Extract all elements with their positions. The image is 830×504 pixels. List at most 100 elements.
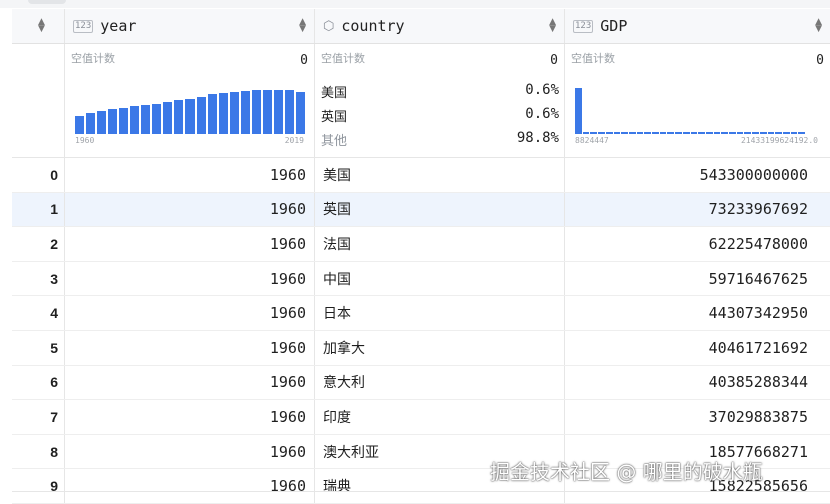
year-histogram-bar [273, 90, 283, 134]
null-count-label: 空值计数 [571, 52, 615, 65]
year-histogram-bar [207, 94, 217, 134]
null-count-value: 0 [300, 53, 308, 68]
year-cell[interactable]: 1960 [65, 469, 315, 503]
year-histogram-bar [97, 111, 107, 134]
gdp-histogram-bar [644, 132, 652, 134]
year-histogram[interactable] [75, 88, 305, 134]
gdp-histogram-bar [628, 132, 636, 134]
gdp-histogram-bar [752, 132, 759, 134]
gdp-histogram[interactable] [575, 88, 806, 134]
country-cell[interactable]: 印度 [315, 400, 565, 434]
year-histogram-bar [218, 93, 228, 134]
row-index[interactable]: 6 [12, 365, 65, 400]
year-cell[interactable]: 1960 [65, 261, 315, 296]
year-cell[interactable]: 1960 [65, 434, 315, 469]
country-cell[interactable]: 英国 [315, 192, 565, 227]
year-histogram-bar [229, 92, 239, 134]
row-index[interactable]: 5 [12, 330, 65, 365]
stats-index-cell [12, 44, 65, 157]
sort-icon[interactable]: ▲ ▼ [299, 18, 306, 34]
country-cell[interactable]: 中国 [315, 261, 565, 296]
sort-icon[interactable]: ▲ ▼ [549, 18, 556, 34]
gdp-histogram-bar [759, 132, 767, 134]
gdp-cell[interactable]: 543300000000 [565, 158, 830, 192]
table-row[interactable]: 2 1960 法国 62225478000 [12, 227, 830, 262]
null-count-label: 空值计数 [71, 52, 115, 65]
data-grid: ▲ ▼ 123 year ▲ ▼ ⬡ country ▲ ▼ 123 GDP ▲ ▼ 空… [12, 9, 830, 504]
gdp-histogram-bar [675, 132, 682, 134]
year-histogram-bar [141, 105, 151, 134]
table-row[interactable]: 3 1960 中国 59716467625 [12, 261, 830, 297]
year-stats: 空值计数 0 1960 2019 [65, 44, 315, 157]
gdp-histogram-bar [682, 132, 690, 134]
year-histogram-bar [262, 90, 272, 134]
top-value-row[interactable]: 英国 0.6% [321, 106, 559, 125]
year-histogram-bar [152, 104, 162, 134]
null-count-value: 0 [816, 53, 824, 68]
sort-icon[interactable]: ▲ ▼ [815, 18, 822, 34]
gdp-cell[interactable]: 62225478000 [565, 227, 830, 261]
toolbar-tab[interactable] [28, 0, 66, 4]
row-index[interactable]: 9 [12, 469, 65, 503]
row-index[interactable]: 1 [12, 192, 65, 227]
table-row[interactable]: 7 1960 印度 37029883875 [12, 400, 830, 435]
country-cell[interactable]: 加拿大 [315, 330, 565, 365]
top-value-row[interactable]: 美国 0.6% [321, 82, 559, 101]
gdp-histogram-bar [652, 132, 659, 134]
gdp-cell[interactable]: 37029883875 [565, 400, 830, 434]
country-stats: 空值计数 0 美国 0.6% 英国 0.6% 其他 98.8% [315, 44, 565, 157]
gdp-cell[interactable]: 73233967692 [565, 193, 830, 227]
gdp-histogram-bar [713, 132, 721, 134]
year-histogram-bar [185, 99, 195, 134]
country-cell[interactable]: 法国 [315, 227, 565, 261]
table-row[interactable]: 6 1960 意大利 40385288344 [12, 365, 830, 401]
table-row[interactable]: 1 1960 英国 73233967692 [12, 192, 830, 228]
year-cell[interactable]: 1960 [65, 400, 315, 434]
row-index[interactable]: 0 [12, 158, 65, 192]
histogram-min-label: 8824447 [575, 136, 609, 145]
country-cell[interactable]: 日本 [315, 296, 565, 330]
year-cell[interactable]: 1960 [65, 365, 315, 400]
year-histogram-bar [86, 113, 96, 134]
gdp-histogram-bar [729, 132, 736, 134]
country-cell[interactable]: 意大利 [315, 365, 565, 400]
year-histogram-bar [130, 106, 140, 134]
table-row[interactable]: 0 1960 美国 543300000000 [12, 158, 830, 193]
gdp-cell[interactable]: 40385288344 [565, 366, 830, 400]
row-index[interactable]: 7 [12, 400, 65, 434]
country-cell[interactable]: 美国 [315, 158, 565, 192]
gdp-cell[interactable]: 40461721692 [565, 331, 830, 365]
gdp-cell[interactable]: 59716467625 [565, 262, 830, 296]
other-value-name: 其他 [321, 134, 348, 149]
gdp-histogram-bar [605, 132, 613, 134]
row-index[interactable]: 2 [12, 227, 65, 261]
gdp-histogram-bar [705, 132, 713, 134]
row-index[interactable]: 3 [12, 261, 65, 296]
column-header-country[interactable]: ⬡ country ▲ ▼ [315, 9, 565, 43]
sort-icon[interactable]: ▲ ▼ [38, 18, 45, 34]
year-cell[interactable]: 1960 [65, 227, 315, 261]
column-header-year[interactable]: 123 year ▲ ▼ [65, 9, 315, 43]
gdp-histogram-bar [636, 132, 644, 134]
year-cell[interactable]: 1960 [65, 330, 315, 365]
year-histogram-bar [108, 109, 118, 134]
other-value-row: 其他 98.8% [321, 130, 559, 149]
year-cell[interactable]: 1960 [65, 296, 315, 330]
top-value-name: 美国 [321, 86, 348, 101]
column-header-gdp[interactable]: 123 GDP ▲ ▼ [565, 9, 830, 43]
row-index[interactable]: 4 [12, 296, 65, 330]
column-name: country [341, 17, 405, 35]
gdp-histogram-bar [698, 132, 705, 134]
table-row[interactable]: 5 1960 加拿大 40461721692 [12, 330, 830, 366]
index-header[interactable]: ▲ ▼ [12, 9, 65, 43]
year-cell[interactable]: 1960 [65, 192, 315, 227]
header-row: ▲ ▼ 123 year ▲ ▼ ⬡ country ▲ ▼ 123 GDP ▲ ▼ [12, 9, 830, 44]
numeric-type-icon: 123 [573, 19, 594, 33]
histogram-max-label: 2019 [284, 136, 304, 145]
table-row[interactable]: 4 1960 日本 44307342950 [12, 296, 830, 331]
gdp-histogram-bar [721, 132, 729, 134]
row-index[interactable]: 8 [12, 434, 65, 469]
year-cell[interactable]: 1960 [65, 158, 315, 192]
year-histogram-bar [240, 91, 250, 134]
gdp-cell[interactable]: 44307342950 [565, 296, 830, 330]
